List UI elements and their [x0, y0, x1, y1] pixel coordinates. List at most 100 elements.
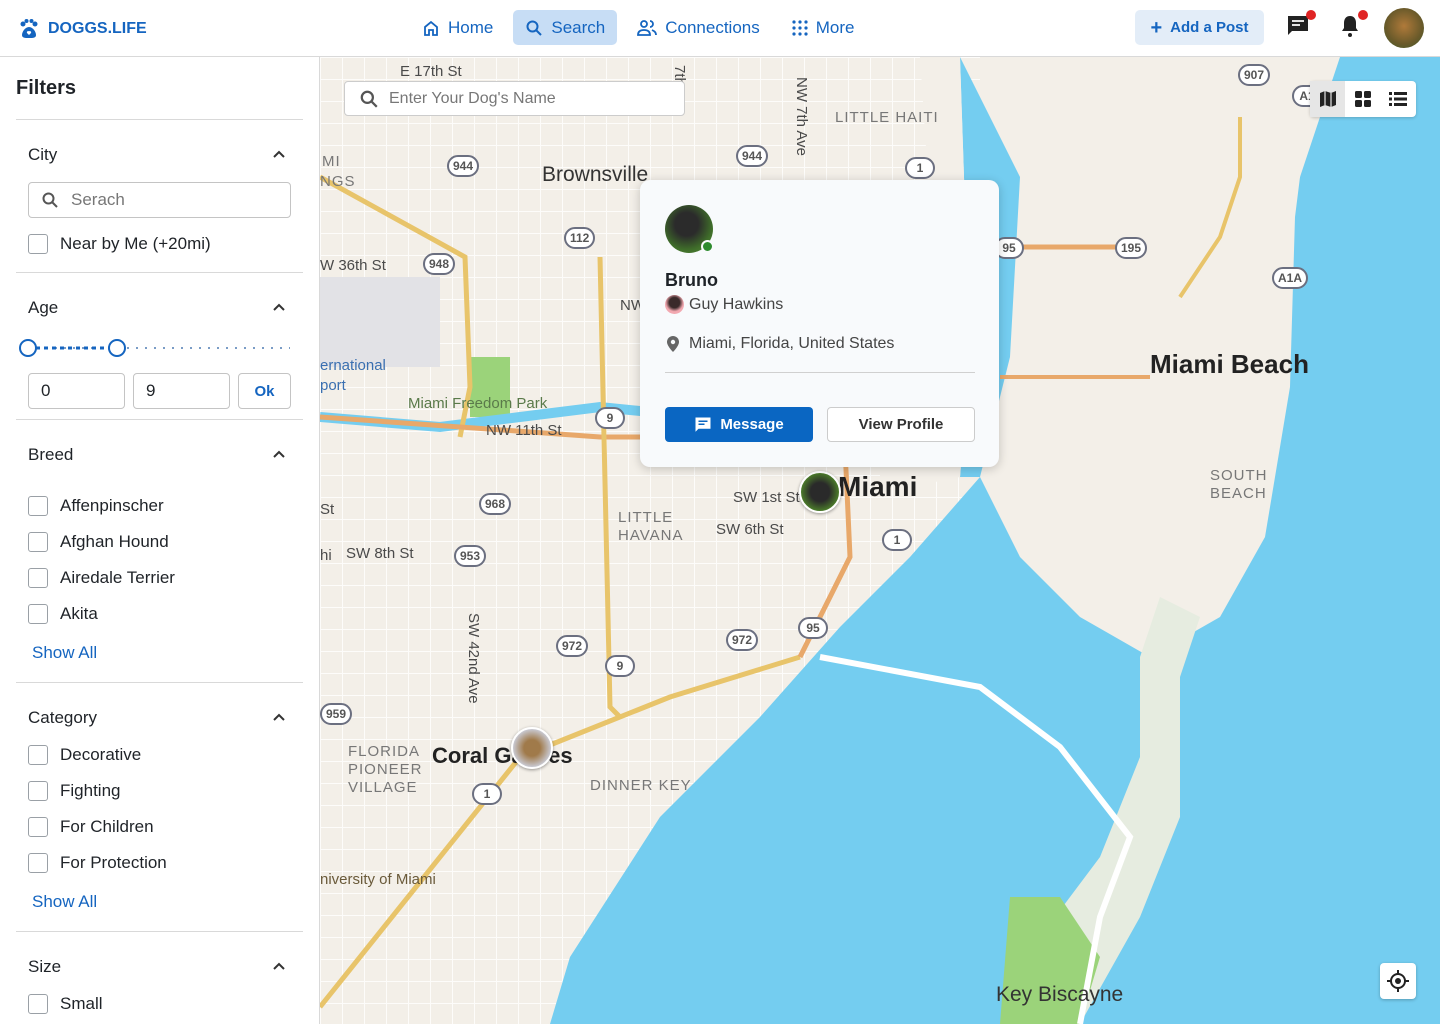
chevron-up-icon[interactable] [272, 300, 286, 314]
highway-shield: 112 [564, 227, 596, 249]
location-text: Miami, Florida, United States [689, 335, 895, 352]
size-checkbox[interactable]: Small [28, 994, 103, 1014]
category-checkbox[interactable]: Decorative [28, 745, 141, 765]
map-label: W 36th St [320, 257, 386, 274]
chevron-up-icon[interactable] [272, 959, 286, 973]
grid-icon [1354, 91, 1371, 107]
map-label: LITTLE HAVANA [618, 509, 684, 544]
nav-more[interactable]: More [780, 10, 867, 45]
map-label: MI [322, 153, 341, 170]
owner-row[interactable]: Guy Hawkins [665, 295, 783, 314]
city-search-input[interactable]: Serach [28, 182, 291, 218]
category-checkbox[interactable]: Fighting [28, 781, 120, 801]
message-button[interactable]: Message [665, 407, 813, 442]
category-label: Decorative [60, 745, 142, 764]
city-title: City [28, 145, 58, 164]
highway-shield: 944 [447, 155, 480, 177]
breed-label: Affenpinscher [60, 496, 164, 515]
chevron-up-icon[interactable] [272, 147, 286, 161]
chat-icon [695, 417, 711, 432]
owner-avatar [665, 295, 684, 314]
age-max-value: 9 [146, 381, 156, 400]
messages-button[interactable] [1286, 10, 1316, 40]
highway-shield: 9 [595, 407, 625, 429]
list-view-button[interactable] [1381, 81, 1416, 117]
add-post-button[interactable]: + Add a Post [1135, 10, 1264, 45]
age-ok-button[interactable]: Ok [238, 373, 291, 409]
highway-shield: 948 [423, 253, 456, 275]
online-indicator [701, 240, 714, 253]
map-label: SW 6th St [716, 521, 784, 538]
map-label: Miami [838, 471, 918, 502]
map-label: Miami Beach [1150, 349, 1309, 379]
map-label: St [320, 501, 335, 518]
map-label: NW 11th St [486, 422, 562, 439]
brand-name: DOGGS.LIFE [48, 20, 147, 37]
age-slider[interactable] [18, 337, 294, 359]
dog-name: Bruno [665, 270, 718, 290]
user-avatar[interactable] [1384, 8, 1424, 48]
dog-map-marker[interactable] [511, 727, 553, 769]
highway-shield: 959 [320, 703, 353, 725]
nav-search-label: Search [551, 17, 606, 37]
age-max-input[interactable]: 9 [133, 373, 230, 409]
crosshair-icon [1387, 970, 1409, 992]
city-search-placeholder: Serach [71, 190, 125, 209]
near-me-checkbox[interactable]: Near by Me (+20mi) [28, 234, 211, 254]
category-label: Fighting [60, 781, 121, 800]
map-label: E 17th St [400, 63, 462, 80]
age-min-input[interactable]: 0 [28, 373, 125, 409]
nav-search[interactable]: Search [513, 10, 618, 45]
nav-connections[interactable]: Connections [625, 10, 772, 45]
nav-home[interactable]: Home [410, 10, 505, 45]
nav-connections-label: Connections [665, 17, 760, 37]
top-nav: DOGGS.LIFE Home Search Connections More … [0, 0, 1440, 57]
dog-name-search[interactable]: Enter Your Dog's Name [344, 81, 685, 116]
divider [16, 119, 303, 120]
breed-checkbox[interactable]: Affenpinscher [28, 496, 164, 516]
slider-handle-max [108, 339, 126, 357]
highway-shield: A1A [1272, 267, 1309, 289]
map-label: ernational [320, 357, 386, 374]
dog-map-marker[interactable] [799, 471, 841, 513]
owner-name: Guy Hawkins [689, 295, 784, 313]
breed-checkbox[interactable]: Afghan Hound [28, 532, 169, 552]
category-title: Category [28, 708, 97, 727]
dog-search-placeholder: Enter Your Dog's Name [389, 89, 556, 107]
category-checkbox[interactable]: For Protection [28, 853, 167, 873]
highway-shield: 907 [1238, 64, 1271, 86]
category-checkbox[interactable]: For Children [28, 817, 154, 837]
divider [16, 931, 303, 932]
dog-popup-card: Bruno Guy Hawkins Miami, Florida, United… [640, 180, 999, 467]
location-row: Miami, Florida, United States [665, 335, 894, 353]
size-title: Size [28, 957, 62, 976]
breed-label: Afghan Hound [60, 532, 169, 551]
add-post-label: Add a Post [1170, 19, 1249, 36]
notifications-badge [1358, 10, 1368, 20]
breed-label: Akita [60, 604, 98, 623]
my-location-button[interactable] [1380, 963, 1416, 999]
map-label: hi [320, 547, 332, 564]
nav-home-label: Home [448, 17, 494, 37]
highway-shield: 1 [905, 157, 935, 179]
message-label: Message [720, 416, 784, 433]
chevron-up-icon[interactable] [272, 447, 286, 461]
chevron-up-icon[interactable] [272, 710, 286, 724]
category-show-all-link[interactable]: Show All [32, 892, 97, 912]
filters-title: Filters [16, 77, 77, 99]
age-min-value: 0 [41, 381, 51, 400]
notifications-button[interactable] [1338, 10, 1368, 40]
brand-logo[interactable]: DOGGS.LIFE [18, 18, 147, 40]
view-profile-label: View Profile [858, 416, 944, 433]
grid-view-button[interactable] [1345, 81, 1380, 117]
breed-show-all-link[interactable]: Show All [32, 643, 97, 663]
breed-title: Breed [28, 445, 74, 464]
breed-label: Airedale Terrier [60, 568, 175, 587]
breed-checkbox[interactable]: Airedale Terrier [28, 568, 175, 588]
map-label: FLORIDA PIONEER VILLAGE [348, 743, 423, 796]
map-view-button[interactable] [1310, 81, 1346, 117]
highway-shield: 972 [726, 629, 759, 651]
breed-checkbox[interactable]: Akita [28, 604, 98, 624]
category-label: For Protection [60, 853, 167, 872]
view-profile-button[interactable]: View Profile [827, 407, 975, 442]
